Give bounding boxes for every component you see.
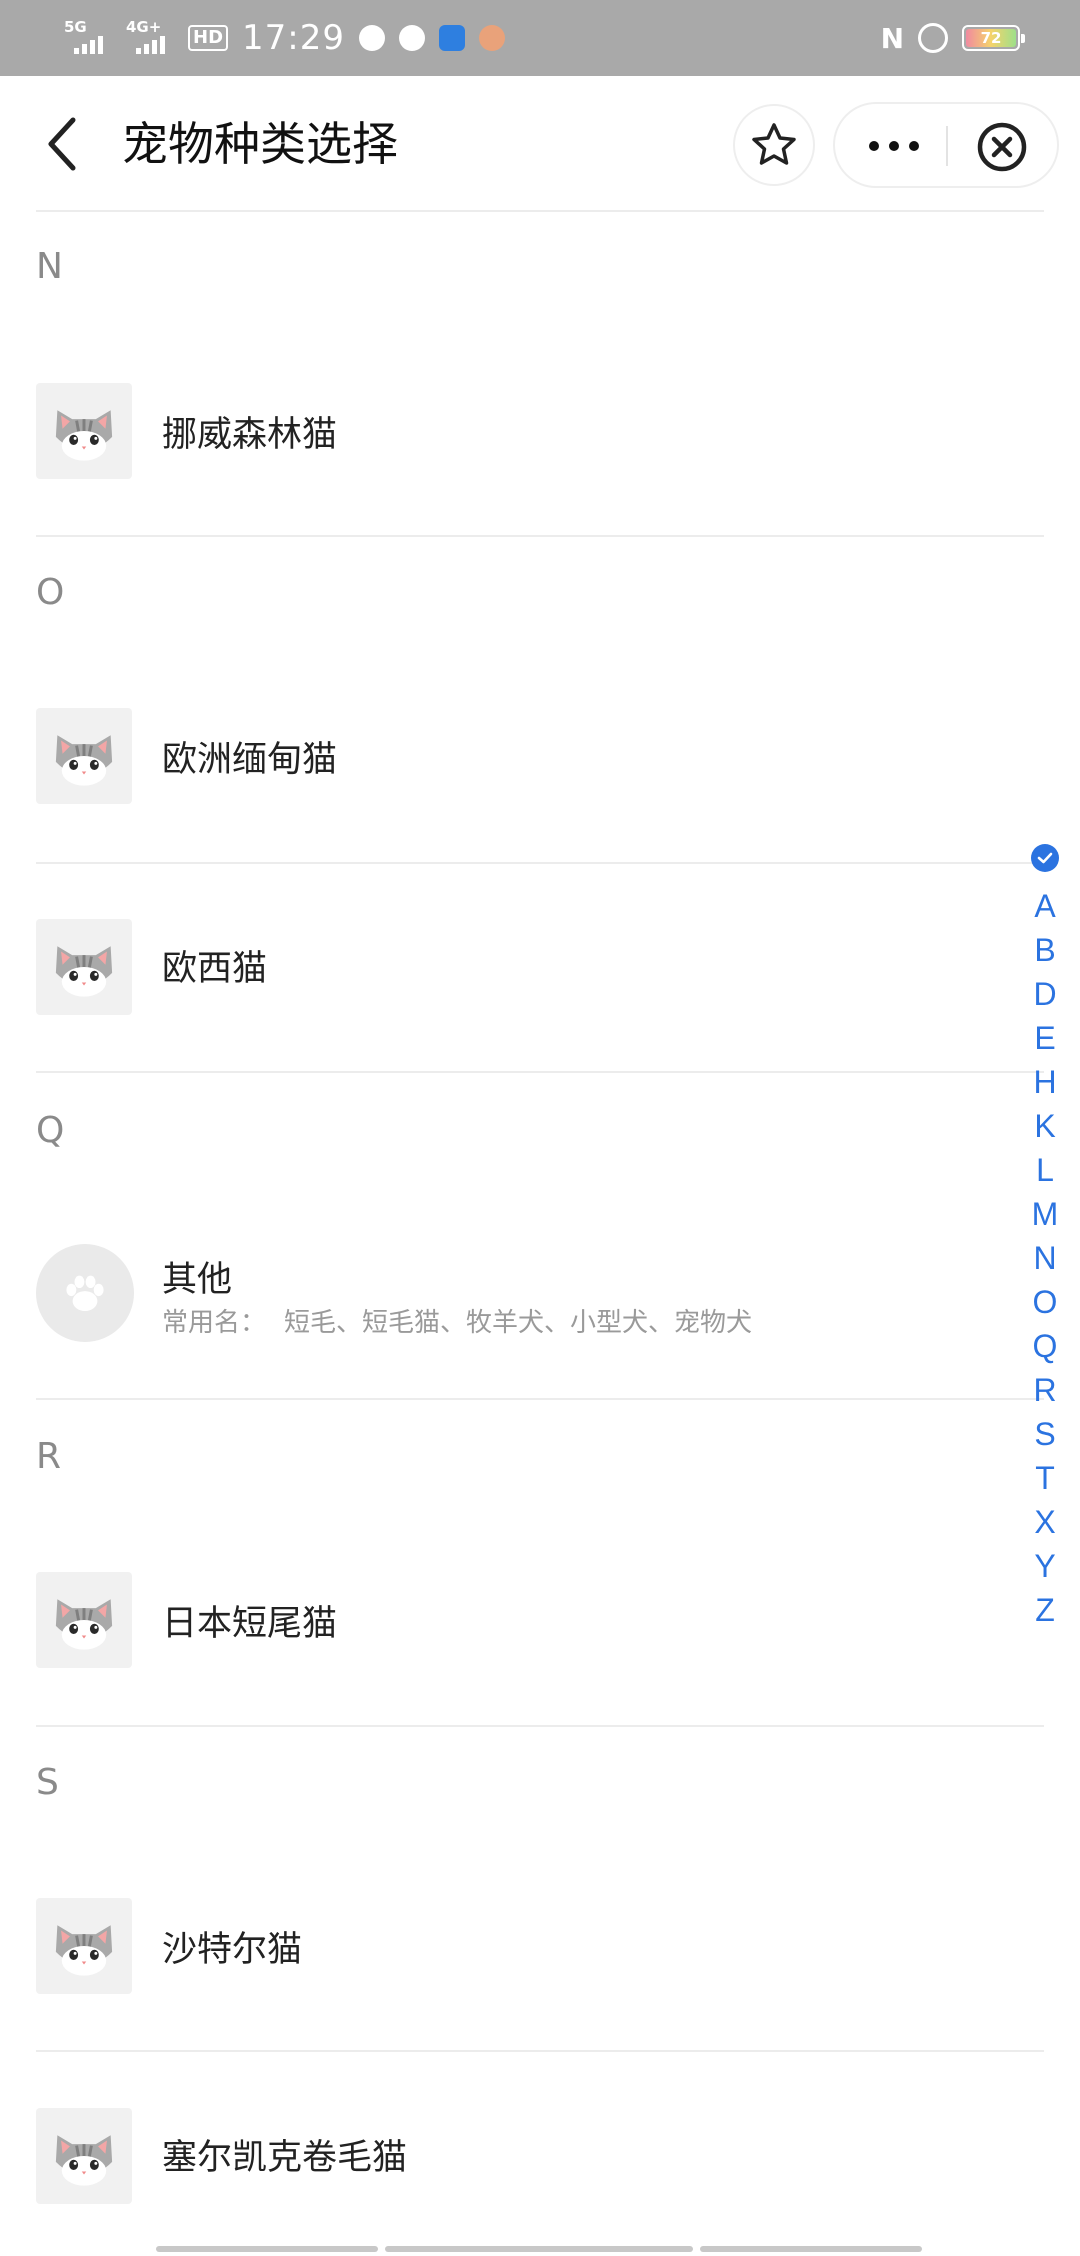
section-letter-n: N bbox=[36, 246, 63, 287]
common-names: 常用名： 短毛、短毛猫、牧羊犬、小型犬、宠物犬 bbox=[162, 1306, 752, 1340]
index-letter-e[interactable]: E bbox=[1034, 1016, 1055, 1060]
common-names-value: 短毛、短毛猫、牧羊犬、小型犬、宠物犬 bbox=[284, 1308, 753, 1338]
common-names-label: 常用名： bbox=[162, 1308, 267, 1338]
back-button[interactable] bbox=[34, 112, 90, 176]
capsule-divider bbox=[946, 126, 948, 166]
cat-icon bbox=[36, 1572, 132, 1668]
list-item[interactable]: 其他 常用名： 短毛、短毛猫、牧羊犬、小型犬、宠物犬 bbox=[0, 1244, 1030, 1354]
section-letter-q: Q bbox=[36, 1110, 65, 1151]
clock: 17:29 bbox=[242, 18, 345, 58]
gesture-bar-segment bbox=[700, 2246, 922, 2252]
breed-name: 其他 bbox=[162, 1260, 233, 1300]
divider bbox=[36, 210, 1044, 212]
list-item[interactable]: 沙特尔猫 bbox=[0, 1898, 1030, 1998]
list-item[interactable]: 欧西猫 bbox=[0, 919, 1030, 1019]
page-title: 宠物种类选择 bbox=[122, 117, 398, 171]
chevron-left-icon bbox=[48, 117, 76, 171]
dot-icon bbox=[889, 141, 899, 151]
divider bbox=[36, 862, 1044, 864]
more-button[interactable] bbox=[861, 124, 927, 168]
index-letter-a[interactable]: A bbox=[1034, 884, 1055, 928]
nav-bar: 宠物种类选择 bbox=[0, 76, 1080, 210]
list-item[interactable]: 日本短尾猫 bbox=[0, 1572, 1030, 1672]
divider bbox=[36, 1398, 1044, 1400]
check-circle-icon[interactable] bbox=[1031, 844, 1059, 872]
index-letter-b[interactable]: B bbox=[1034, 928, 1055, 972]
index-letter-y[interactable]: Y bbox=[1034, 1544, 1055, 1588]
favorite-button[interactable] bbox=[733, 104, 815, 186]
index-letter-d[interactable]: D bbox=[1033, 972, 1056, 1016]
cat-icon bbox=[36, 2108, 132, 2204]
gesture-bar-segment bbox=[156, 2246, 378, 2252]
close-button[interactable] bbox=[975, 120, 1029, 174]
avatar-notification-icon bbox=[479, 25, 505, 51]
list-item[interactable]: 欧洲缅甸猫 bbox=[0, 708, 1030, 808]
index-letter-z[interactable]: Z bbox=[1035, 1588, 1055, 1632]
index-letter-k[interactable]: K bbox=[1034, 1104, 1055, 1148]
breed-name: 欧洲缅甸猫 bbox=[162, 740, 338, 780]
index-letter-n[interactable]: N bbox=[1033, 1236, 1056, 1280]
app-notification-icon bbox=[439, 25, 465, 51]
dot-icon bbox=[909, 141, 919, 151]
breed-name: 日本短尾猫 bbox=[162, 1604, 338, 1644]
index-letter-x[interactable]: X bbox=[1034, 1500, 1055, 1544]
status-bar-left: 5G 4G+ HD 17:29 bbox=[64, 0, 505, 76]
cat-icon bbox=[36, 708, 132, 804]
breed-name: 欧西猫 bbox=[162, 949, 268, 989]
notification-icon bbox=[399, 25, 425, 51]
hd-voice-icon: HD bbox=[188, 25, 229, 51]
divider bbox=[36, 2050, 1044, 2052]
battery-level: 72 bbox=[966, 29, 1016, 47]
section-letter-o: O bbox=[36, 572, 65, 613]
index-letter-o[interactable]: O bbox=[1033, 1280, 1058, 1324]
star-icon bbox=[752, 123, 796, 165]
compass-icon bbox=[359, 25, 385, 51]
breed-name: 塞尔凯克卷毛猫 bbox=[162, 2138, 408, 2178]
index-letter-q[interactable]: Q bbox=[1033, 1324, 1058, 1368]
paw-icon bbox=[36, 1244, 134, 1342]
section-letter-r: R bbox=[36, 1436, 62, 1477]
dot-icon bbox=[869, 141, 879, 151]
cat-icon bbox=[36, 919, 132, 1015]
battery-icon: 72 bbox=[962, 25, 1025, 51]
signal-5g-icon: 5G bbox=[64, 18, 112, 58]
index-letter-r[interactable]: R bbox=[1033, 1368, 1056, 1412]
breed-name: 沙特尔猫 bbox=[162, 1930, 303, 1970]
index-letter-m[interactable]: M bbox=[1032, 1192, 1059, 1236]
close-circle-icon bbox=[977, 122, 1027, 172]
signal-4g-icon: 4G+ bbox=[126, 18, 174, 58]
cat-icon bbox=[36, 383, 132, 479]
divider bbox=[36, 535, 1044, 537]
cat-icon bbox=[36, 1898, 132, 1994]
alarm-icon bbox=[918, 23, 948, 53]
divider bbox=[36, 1071, 1044, 1073]
index-letter-l[interactable]: L bbox=[1036, 1148, 1054, 1192]
breed-name: 挪威森林猫 bbox=[162, 415, 338, 455]
index-letter-s[interactable]: S bbox=[1034, 1412, 1055, 1456]
section-letter-s: S bbox=[36, 1762, 59, 1803]
index-letter-t[interactable]: T bbox=[1035, 1456, 1055, 1500]
list-item[interactable]: 塞尔凯克卷毛猫 bbox=[0, 2108, 1030, 2208]
divider bbox=[36, 1725, 1044, 1727]
list-item[interactable]: 挪威森林猫 bbox=[0, 383, 1030, 483]
alphabet-index[interactable]: ABDEHKLMNOQRSTXYZ bbox=[1028, 842, 1062, 1632]
nfc-icon: N bbox=[880, 21, 904, 55]
gesture-bar-segment bbox=[385, 2246, 693, 2252]
index-letter-h[interactable]: H bbox=[1033, 1060, 1056, 1104]
status-bar: 5G 4G+ HD 17:29 N 72 bbox=[0, 0, 1080, 76]
status-bar-right: N 72 bbox=[880, 0, 1025, 76]
mini-program-capsule bbox=[833, 102, 1059, 188]
